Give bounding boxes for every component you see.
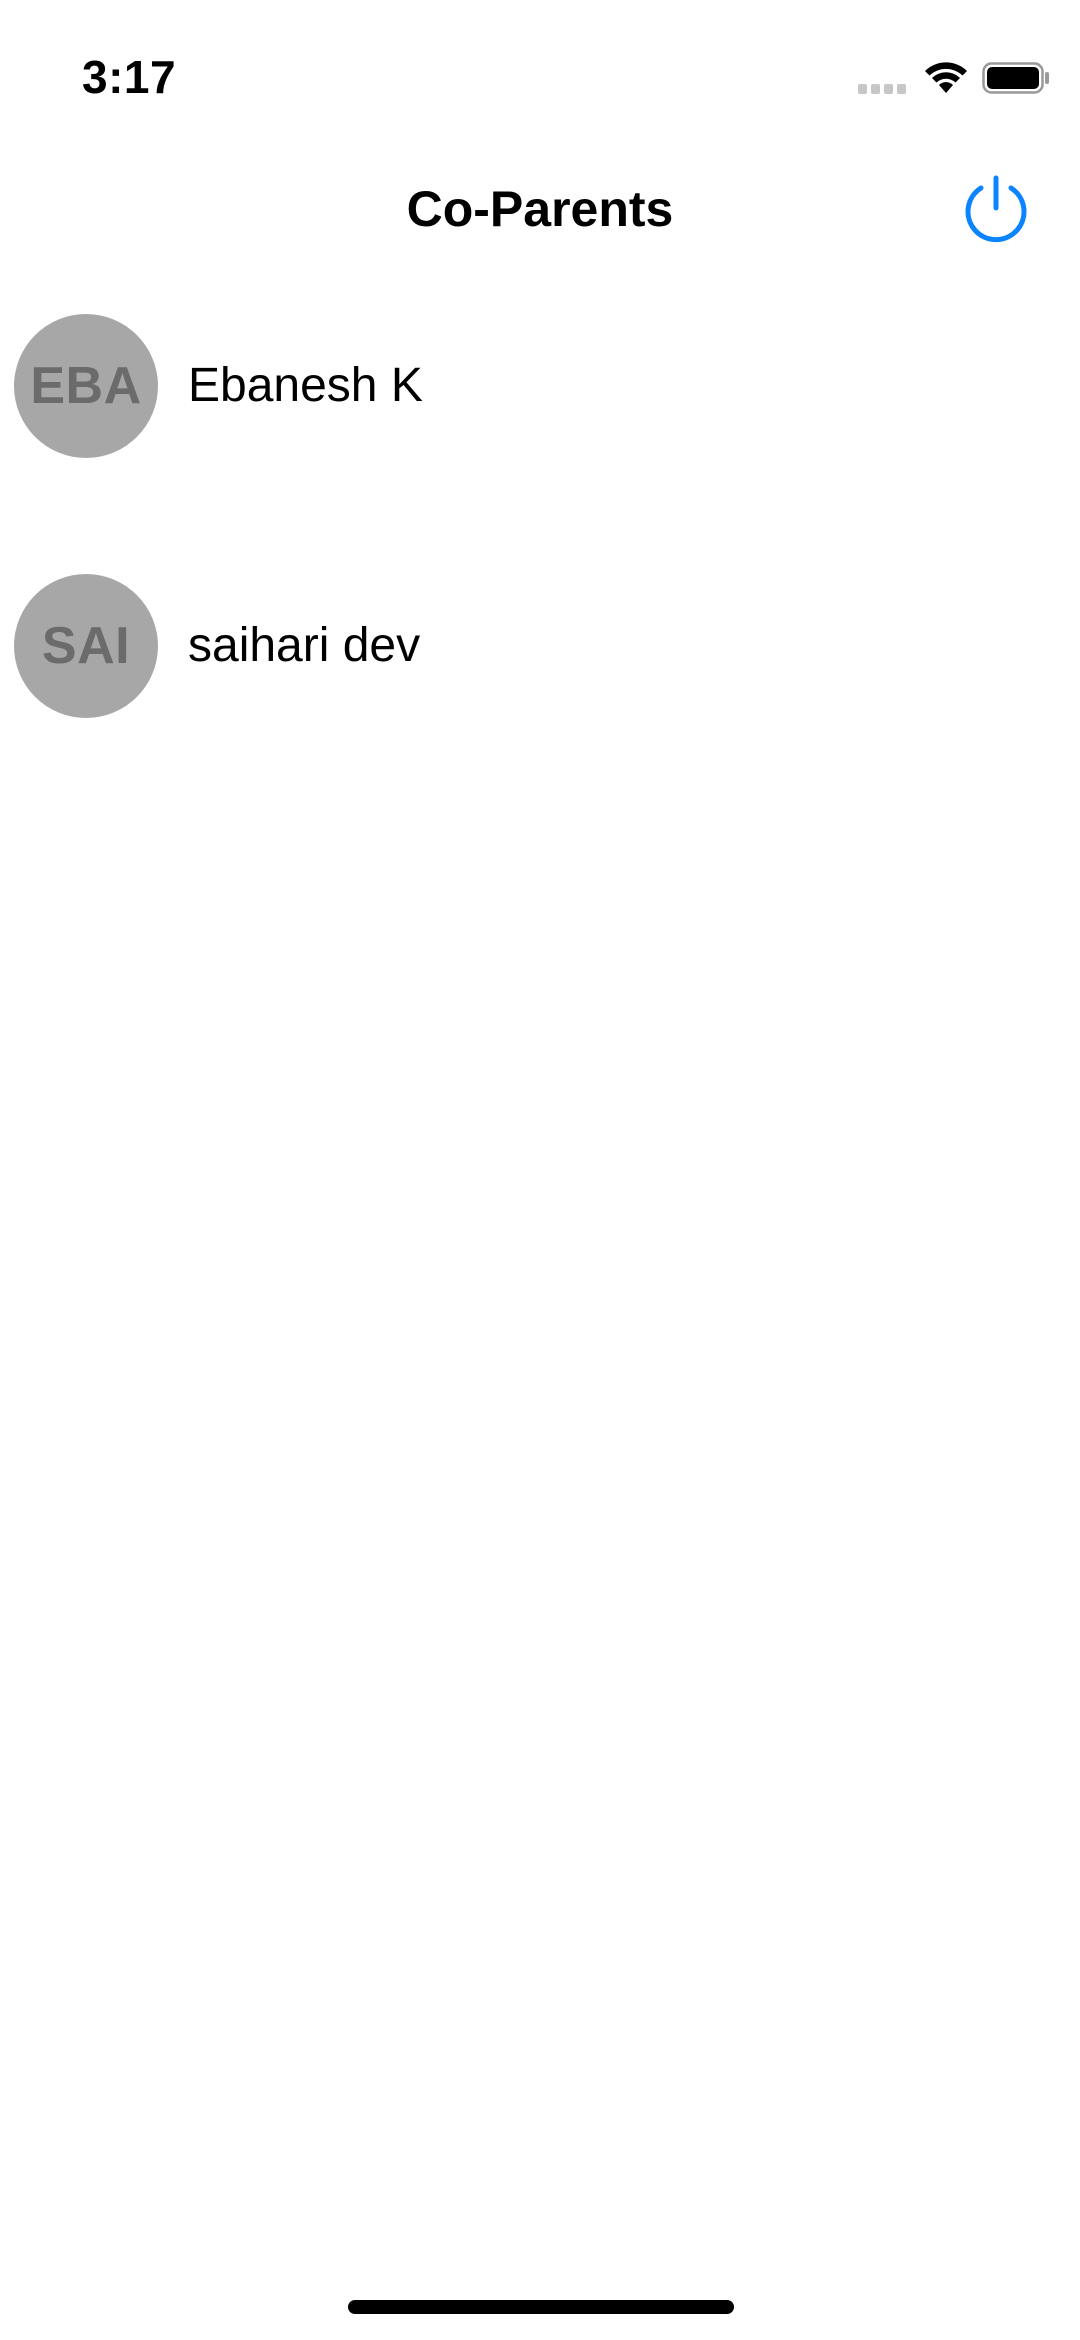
list-item[interactable]: EBA Ebanesh K xyxy=(0,300,1080,560)
status-bar: 3:17 xyxy=(0,0,1080,160)
contact-name: saihari dev xyxy=(188,619,421,672)
wifi-icon xyxy=(925,62,967,93)
status-time: 3:17 xyxy=(82,51,177,103)
contact-name: Ebanesh K xyxy=(188,359,423,412)
home-indicator[interactable] xyxy=(348,2300,734,2314)
battery-icon xyxy=(982,62,1049,94)
page-title: Co-Parents xyxy=(406,181,674,237)
navigation-bar: Co-Parents xyxy=(0,160,1080,260)
co-parent-list: EBA Ebanesh K SAI saihari dev xyxy=(0,300,1080,820)
power-icon xyxy=(965,175,1027,243)
cellular-signal-icon xyxy=(858,84,906,94)
list-item[interactable]: SAI saihari dev xyxy=(0,560,1080,820)
avatar-initials: SAI xyxy=(41,617,131,675)
avatar: SAI xyxy=(14,574,158,718)
avatar-initials: EBA xyxy=(30,357,142,415)
avatar: EBA xyxy=(14,314,158,458)
logout-button[interactable] xyxy=(958,172,1034,248)
